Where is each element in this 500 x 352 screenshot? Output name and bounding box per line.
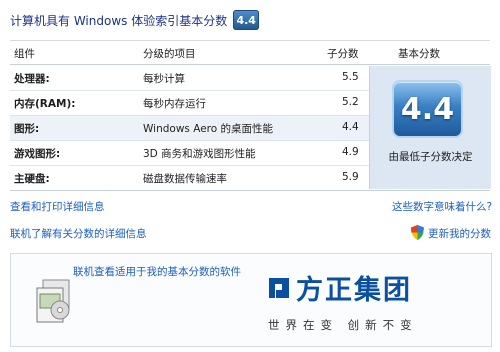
table-row: 处理器: 每秒计算 5.5 — [10, 66, 369, 90]
what-do-numbers-mean-link[interactable]: 这些数字意味着什么? — [392, 199, 492, 214]
table-row: 游戏图形: 3D 商务和游戏图形性能 4.9 — [10, 141, 369, 165]
brand-logo: 方正集团 世界在变 创新不变 — [266, 268, 418, 333]
shield-icon — [411, 225, 424, 240]
divider — [10, 40, 490, 41]
software-panel: 联机查看适用于我的基本分数的软件 方正集团 世界在变 创新不变 — [10, 253, 492, 347]
column-header-subscore: 子分数 — [327, 48, 359, 60]
component-label: 主硬盘: — [14, 173, 50, 185]
component-label: 内存(RAM): — [14, 98, 76, 110]
subscore-value: 5.5 — [342, 71, 359, 83]
item-label: Windows Aero 的桌面性能 — [143, 123, 274, 135]
subscore-value: 5.9 — [342, 171, 359, 183]
online-software-link[interactable]: 联机查看适用于我的基本分数的软件 — [73, 264, 241, 279]
score-badge: 4.4 — [233, 10, 260, 30]
column-header-item: 分级的项目 — [143, 48, 196, 60]
base-score-badge: 4.4 — [394, 82, 461, 136]
brand-slogan: 世界在变 创新不变 — [268, 318, 418, 332]
header: 计算机具有 Windows 体验索引基本分数 4.4 — [10, 8, 260, 32]
divider — [10, 190, 490, 191]
column-header-component: 组件 — [14, 48, 35, 60]
subscore-value: 4.4 — [342, 121, 359, 133]
table-row: 主硬盘: 磁盘数据传输速率 5.9 — [10, 166, 369, 190]
column-header-basescore: 基本分数 — [398, 48, 440, 60]
item-label: 每秒内存运行 — [143, 98, 206, 110]
brand-name: 方正集团 — [266, 268, 418, 307]
page-title: 计算机具有 Windows 体验索引基本分数 — [10, 13, 228, 28]
item-label: 3D 商务和游戏图形性能 — [143, 148, 256, 160]
subscore-value: 5.2 — [342, 96, 359, 108]
component-label: 处理器: — [14, 73, 50, 85]
online-learn-more-link[interactable]: 联机了解有关分数的详细信息 — [10, 226, 147, 241]
item-label: 磁盘数据传输速率 — [143, 173, 227, 185]
table-row: 内存(RAM): 每秒内存运行 5.2 — [10, 91, 369, 115]
founder-logo-icon — [269, 277, 289, 298]
component-label: 游戏图形: — [14, 148, 61, 160]
item-label: 每秒计算 — [143, 73, 185, 85]
table-row: 图形: Windows Aero 的桌面性能 4.4 — [10, 116, 369, 140]
base-score-panel: 4.4 由最低子分数决定 — [369, 66, 491, 189]
divider — [10, 64, 490, 65]
view-print-details-link[interactable]: 查看和打印详细信息 — [10, 199, 105, 214]
update-score-link[interactable]: 更新我的分数 — [428, 226, 491, 241]
component-label: 图形: — [14, 123, 40, 135]
software-box-icon — [36, 279, 70, 323]
subscore-value: 4.9 — [342, 146, 359, 158]
base-score-note: 由最低子分数决定 — [388, 151, 473, 163]
